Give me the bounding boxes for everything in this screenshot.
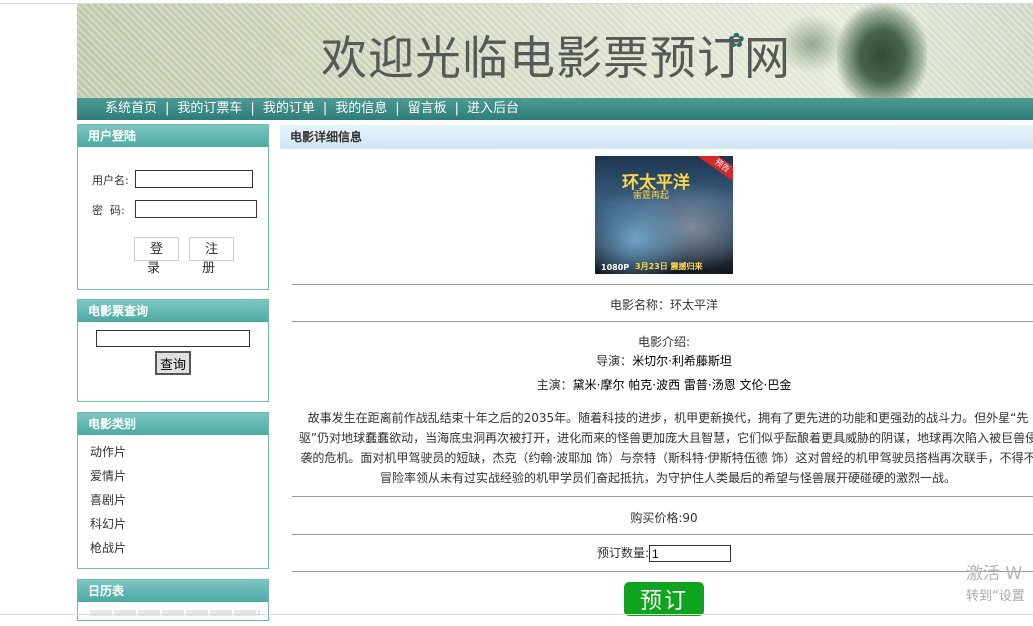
search-input[interactable]: [96, 330, 250, 347]
quantity-row: 预订数量:: [280, 544, 1033, 562]
calendar-panel-title: 日历表: [78, 580, 268, 602]
nav-separator: |: [165, 101, 170, 116]
divider: [292, 284, 1033, 285]
nav-separator: |: [322, 101, 328, 116]
quantity-label: 预订数量:: [596, 546, 650, 560]
site-banner: ✿ 欢迎光临电影票预订网: [77, 4, 1033, 98]
banner-tree-image: [837, 4, 927, 98]
movie-poster[interactable]: 预告 环太平洋 雷霆再起 1080P 3月23日 震撼归来: [595, 156, 733, 274]
category-romance[interactable]: 爱情片: [90, 469, 268, 493]
category-gunfight[interactable]: 枪战片: [90, 541, 268, 565]
category-action[interactable]: 动作片: [90, 445, 268, 469]
login-button[interactable]: 登录: [134, 237, 179, 275]
ticket-search-panel: 电影票查询 查询: [77, 299, 269, 402]
bottom-border: [0, 614, 1033, 615]
category-comedy[interactable]: 喜剧片: [90, 493, 268, 517]
register-button[interactable]: 注册: [189, 237, 234, 275]
movie-name: 电影名称：环太平洋: [609, 298, 718, 312]
movie-description: 故事发生在距离前作战乱结束十年之后的2035年。随着科技的进步，机甲更新换代，拥…: [298, 411, 1033, 485]
nav-separator: |: [454, 101, 460, 116]
quantity-input[interactable]: [649, 545, 732, 562]
nav-my-info[interactable]: 我的信息: [335, 101, 387, 116]
divider: [292, 534, 1033, 535]
director-label: 导演：: [596, 354, 633, 368]
divider: [292, 321, 1033, 322]
divider: [292, 571, 1033, 572]
order-button[interactable]: 预订: [624, 582, 704, 616]
cast-line: 主演：黛米·摩尔 帕克·波西 雷普·汤恩 文伦·巴金: [280, 376, 1033, 393]
poster-ribbon: 预告: [698, 156, 733, 186]
nav-admin[interactable]: 进入后台: [467, 101, 519, 116]
ticket-search-title: 电影票查询: [78, 300, 268, 322]
divider: [292, 496, 1033, 497]
category-panel-title: 电影类别: [78, 413, 268, 435]
price-line: 购买价格:90: [630, 511, 698, 525]
category-scifi[interactable]: 科幻片: [90, 517, 268, 541]
poster-subtitle: 雷霆再起: [633, 191, 670, 201]
login-panel: 用户登陆 用户名: 密 码: 登录 注册: [77, 124, 269, 290]
search-button[interactable]: 查询: [155, 351, 191, 375]
nav-home[interactable]: 系统首页: [105, 101, 157, 116]
nav-my-orders[interactable]: 我的订单: [263, 101, 315, 116]
password-label: 密 码:: [92, 204, 125, 217]
cast-label: 主演：: [536, 378, 573, 392]
site-title: 欢迎光临电影票预订网: [321, 31, 791, 85]
activation-watermark-hint: 转到“设置: [966, 589, 1025, 604]
username-input[interactable]: [135, 170, 253, 188]
main-nav: 系统首页 | 我的订票车 | 我的订单 | 我的信息 | 留言板 | 进入后台: [77, 98, 1033, 120]
login-panel-title: 用户登陆: [78, 125, 268, 147]
director-line: 导演：米切尔·利希藤斯坦: [280, 352, 1033, 369]
nav-message-board[interactable]: 留言板: [408, 101, 447, 116]
nav-separator: |: [395, 101, 400, 116]
movie-detail-panel: 电影详细信息 预告 环太平洋 雷霆再起 1080P 3月23日 震撼归来 电影名…: [280, 124, 1033, 619]
cast-names: 黛米·摩尔 帕克·波西 雷普·汤恩 文伦·巴金: [572, 378, 792, 392]
calendar-grid: [90, 610, 260, 616]
movie-detail-title: 电影详细信息: [280, 125, 1033, 149]
password-input[interactable]: [135, 200, 257, 218]
activation-watermark: 激活 W: [966, 564, 1023, 584]
username-label: 用户名:: [92, 174, 129, 187]
category-panel: 电影类别 动作片 爱情片 喜剧片 科幻片 枪战片: [77, 412, 269, 569]
poster-date: 3月23日 震撼归来: [635, 262, 703, 271]
nav-separator: |: [250, 101, 255, 116]
nav-ticket-cart[interactable]: 我的订票车: [177, 101, 242, 116]
director-name: 米切尔·利希藤斯坦: [632, 354, 732, 368]
poster-quality: 1080P: [601, 263, 630, 272]
intro-label: 电影介绍:: [637, 335, 691, 349]
